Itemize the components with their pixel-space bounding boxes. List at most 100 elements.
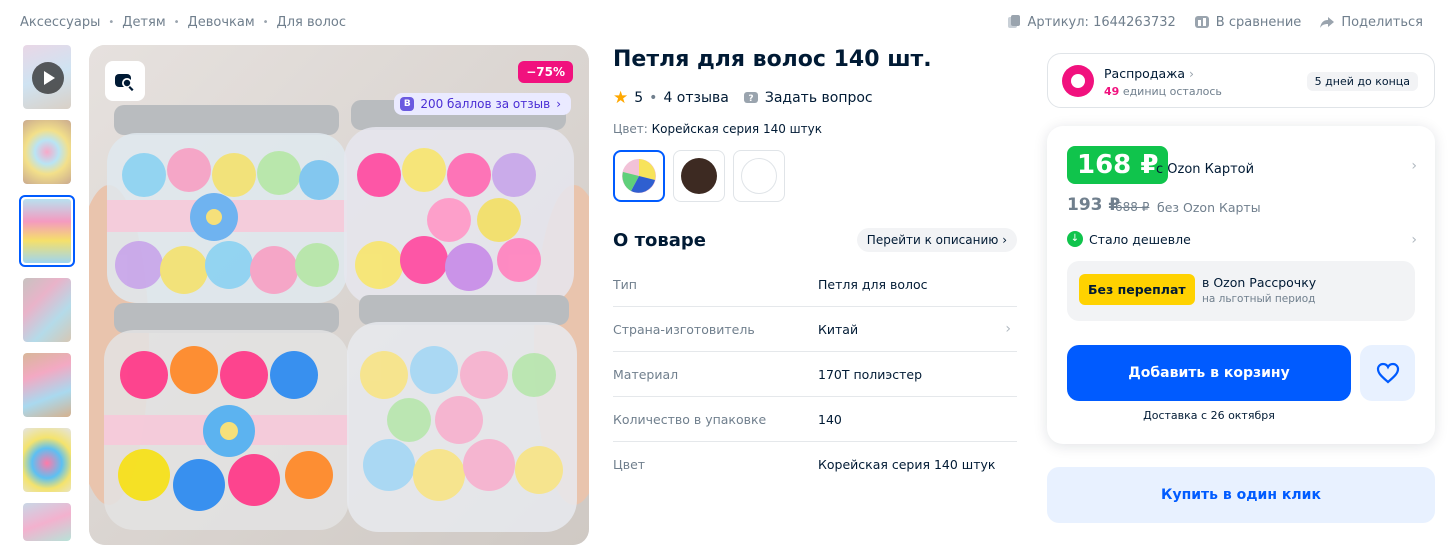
multicolor-swatch-icon <box>622 159 656 193</box>
arrow-down-icon: ↓ <box>1067 231 1083 247</box>
chevron-right-icon[interactable]: › <box>1411 158 1417 174</box>
chevron-right-icon: › <box>556 97 561 111</box>
delivery-date: Доставка с 26 октября <box>1143 409 1275 422</box>
favorite-button[interactable] <box>1360 345 1415 401</box>
installment-tag: Без переплат <box>1079 274 1195 305</box>
swatch-brown[interactable] <box>673 150 725 202</box>
spec-value: 170Т полиэстер <box>818 366 923 382</box>
ask-question-label: Задать вопрос <box>764 90 873 106</box>
reviews-link[interactable]: 4 отзыва <box>663 90 728 106</box>
thumbnail[interactable] <box>23 428 71 492</box>
review-points-badge[interactable]: B 200 баллов за отзыв › <box>394 93 571 115</box>
buy-box: 168 ₽ с Ozon Картой › 193 ₽ 688 ₽ без Oz… <box>1047 126 1435 444</box>
price-dropped-row[interactable]: ↓ Стало дешевле <box>1067 231 1191 247</box>
svg-text:?: ? <box>748 94 753 104</box>
image-search-button[interactable] <box>105 61 145 101</box>
share-button[interactable]: Поделиться <box>1319 14 1423 30</box>
sale-logo-icon <box>1062 65 1094 97</box>
compare-icon <box>1194 16 1209 28</box>
price-with-card: 168 ₽ <box>1067 146 1169 184</box>
spec-value: 140 <box>818 411 842 427</box>
share-icon <box>1320 17 1335 28</box>
discount-badge: −75% <box>518 61 573 83</box>
spec-key: Страна-изготовитель <box>613 321 755 337</box>
breadcrumb-item[interactable]: Детям <box>122 15 165 30</box>
rating-value[interactable]: 5 <box>634 90 643 106</box>
sale-banner[interactable]: Распродажа › 49 единиц осталось 5 дней д… <box>1047 53 1435 108</box>
breadcrumb: Аксессуары • Детям • Девочкам • Для воло… <box>20 15 346 30</box>
spec-value: Петля для волос <box>818 276 928 292</box>
thumbnail[interactable] <box>23 353 71 417</box>
chat-icon: ? <box>743 92 758 104</box>
about-title: О товаре <box>613 229 706 251</box>
spec-row[interactable]: Страна-изготовитель Китай › <box>613 307 1017 352</box>
price-with-card-label: с Ozon Картой <box>1156 162 1255 177</box>
specs-table: Тип Петля для волос Страна-изготовитель … <box>613 262 1017 487</box>
top-bar: Аксессуары • Детям • Девочкам • Для воло… <box>0 0 1451 48</box>
chevron-right-icon: › <box>1189 66 1195 81</box>
price-old: 688 ₽ <box>1115 200 1150 214</box>
breadcrumb-item[interactable]: Девочкам <box>188 15 255 30</box>
article-number[interactable]: Артикул: 1644263732 <box>1006 14 1176 30</box>
thumbnail[interactable] <box>23 503 71 541</box>
spec-key: Цвет <box>613 457 646 472</box>
color-label: Цвет: <box>613 122 648 136</box>
sale-remaining-count: 49 <box>1104 85 1120 98</box>
goto-description-label: Перейти к описанию <box>866 233 999 247</box>
goto-description-button[interactable]: Перейти к описанию › <box>856 228 1017 252</box>
white-swatch-color <box>741 158 777 194</box>
sale-remaining: 49 единиц осталось <box>1104 85 1222 98</box>
product-photo <box>89 45 589 545</box>
installment-banner[interactable]: Без переплат в Ozon Рассрочку на льготны… <box>1067 261 1415 321</box>
share-label: Поделиться <box>1341 14 1423 30</box>
spec-row: Цвет Корейская серия 140 штук <box>613 442 1017 487</box>
spec-row: Тип Петля для волос <box>613 262 1017 307</box>
spec-key: Материал <box>613 366 679 382</box>
chevron-right-icon: › <box>1002 233 1007 247</box>
spec-value: Китай <box>818 321 859 337</box>
thumbnail[interactable] <box>23 278 71 342</box>
swatch-multicolor[interactable] <box>613 150 665 202</box>
top-actions: Артикул: 1644263732 В сравнение Поделить… <box>1006 14 1423 30</box>
spec-row: Количество в упаковке 140 <box>613 397 1017 442</box>
thumbnail-active[interactable] <box>19 195 75 267</box>
breadcrumb-separator: • <box>173 17 180 28</box>
breadcrumb-separator: • <box>108 17 115 28</box>
image-search-icon <box>115 74 134 92</box>
spec-value: Корейская серия 140 штук <box>818 457 996 472</box>
thumbnail-video[interactable] <box>23 45 71 109</box>
spec-row: Материал 170Т полиэстер <box>613 352 1017 397</box>
breadcrumb-separator: • <box>262 17 269 28</box>
main-product-image[interactable]: −75% B 200 баллов за отзыв › <box>89 45 589 545</box>
buy-one-click-button[interactable]: Купить в один клик <box>1047 467 1435 523</box>
spec-key: Тип <box>613 276 637 292</box>
compare-button[interactable]: В сравнение <box>1194 14 1302 30</box>
thumbnail[interactable] <box>23 120 71 184</box>
chevron-right-icon: › <box>1005 321 1011 337</box>
rating-row: ★ 5 • 4 отзыва ? Задать вопрос <box>613 88 1017 108</box>
chevron-right-icon[interactable]: › <box>1411 232 1417 248</box>
color-swatches <box>613 150 1017 202</box>
breadcrumb-item[interactable]: Аксессуары <box>20 15 100 30</box>
color-line: Цвет: Корейская серия 140 штук <box>613 122 1017 136</box>
sale-title-row: Распродажа › <box>1104 66 1194 81</box>
product-title: Петля для волос 140 шт. <box>613 47 932 72</box>
color-value: Корейская серия 140 штук <box>651 122 823 136</box>
copy-icon <box>1007 15 1020 28</box>
price-dropped-label: Стало дешевле <box>1089 231 1191 247</box>
brown-swatch-color <box>681 158 717 194</box>
sale-remaining-text: единиц осталось <box>1122 85 1222 98</box>
sale-title: Распродажа <box>1104 66 1186 81</box>
breadcrumb-item[interactable]: Для волос <box>277 15 346 30</box>
thumbnail-list <box>19 45 75 550</box>
swatch-white[interactable] <box>733 150 785 202</box>
points-label: 200 баллов за отзыв <box>420 97 551 111</box>
star-icon: ★ <box>613 88 629 108</box>
compare-label: В сравнение <box>1215 14 1302 30</box>
add-to-cart-button[interactable]: Добавить в корзину <box>1067 345 1351 401</box>
ask-question-button[interactable]: ? Задать вопрос <box>743 90 873 106</box>
play-icon <box>32 62 64 94</box>
article-label: Артикул: 1644263732 <box>1027 14 1176 30</box>
product-info: Петля для волос 140 шт. ★ 5 • 4 отзыва ?… <box>613 45 1017 487</box>
price-regular: 193 ₽ <box>1067 195 1121 215</box>
